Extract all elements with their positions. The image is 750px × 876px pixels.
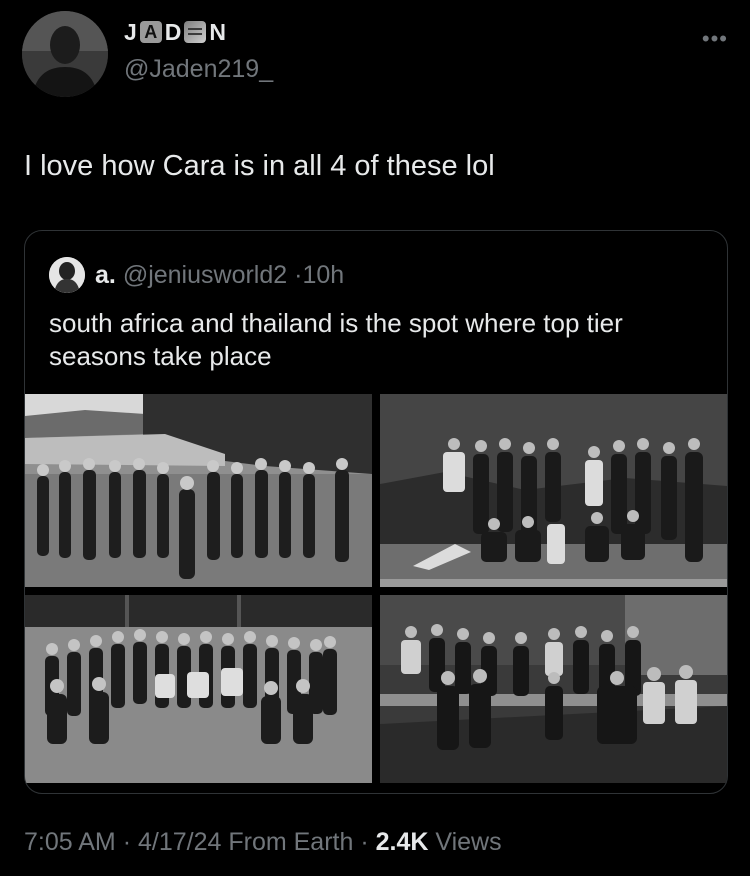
- views-count: 2.4K: [375, 828, 429, 856]
- quoted-author-name: a.: [95, 261, 116, 289]
- user-photo-icon: [22, 11, 108, 97]
- views-label: Views: [435, 828, 502, 856]
- tweet-source: From Earth: [228, 828, 354, 856]
- tweet-time[interactable]: 7:05 AM: [24, 828, 116, 856]
- name-letter: D: [164, 19, 182, 45]
- separator-dot: ·: [122, 828, 132, 856]
- author-display-name[interactable]: J A D N: [124, 18, 226, 46]
- author-avatar[interactable]: [22, 11, 108, 97]
- quoted-author-avatar: [49, 257, 85, 293]
- author-handle[interactable]: @Jaden219_: [124, 55, 273, 84]
- name-letter: J: [124, 19, 137, 45]
- quoted-tweet[interactable]: a. @jeniusworld2 ·10h south africa and t…: [24, 230, 728, 794]
- tweet-meta: 7:05 AM · 4/17/24 From Earth · 2.4K View…: [24, 828, 502, 857]
- tweet-text: I love how Cara is in all 4 of these lol: [24, 150, 495, 182]
- separator-dot: ·: [360, 828, 369, 856]
- more-options-icon[interactable]: •••: [702, 26, 728, 52]
- name-letter-tile: A: [139, 21, 162, 43]
- quoted-media-grid: [25, 394, 727, 783]
- group-photo-field-icon[interactable]: [25, 595, 372, 783]
- name-letter: N: [209, 19, 227, 45]
- group-photo-studio-backdrop-icon[interactable]: [380, 394, 727, 587]
- quoted-tweet-header: a. @jeniusworld2 ·10h: [95, 261, 344, 290]
- empty-tile-icon: [184, 21, 207, 43]
- quoted-tweet-text: south africa and thailand is the spot wh…: [49, 308, 623, 371]
- group-photo-stage-set-icon[interactable]: [380, 595, 727, 783]
- group-photo-south-africa-lake-icon[interactable]: [25, 394, 372, 587]
- tweet-date[interactable]: 4/17/24: [138, 828, 221, 856]
- quoted-tweet-time: 10h: [302, 261, 345, 289]
- quoted-author-handle: @jeniusworld2: [122, 261, 288, 289]
- user-photo-icon: [49, 257, 85, 293]
